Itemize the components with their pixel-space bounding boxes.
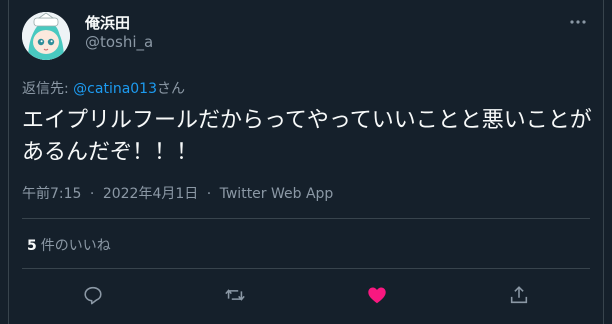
heart-icon xyxy=(368,287,386,304)
divider xyxy=(22,218,590,219)
avatar[interactable] xyxy=(22,12,70,60)
retweet-button[interactable] xyxy=(215,280,255,310)
meta-separator: · xyxy=(89,186,95,202)
tweet-text: エイプリルフールだからってやっていいことと悪いことがあるんだぞ！！！ xyxy=(22,108,592,165)
reply-mention-link[interactable]: @catina013 xyxy=(73,81,157,97)
tweet-source-link[interactable]: Twitter Web App xyxy=(220,186,334,202)
display-name[interactable]: 俺浜田 xyxy=(85,12,130,33)
likes-count: 5 xyxy=(27,238,37,254)
reply-context: 返信先: @catina013さん xyxy=(22,78,185,98)
tweet-actions xyxy=(22,280,590,310)
likes-label: 件のいいね xyxy=(40,238,111,254)
share-button[interactable] xyxy=(499,280,539,310)
likes-stat[interactable]: 5 件のいいね xyxy=(27,235,111,255)
tweet-card: 俺浜田 @toshi_a 返信先: @catina013さん エイプリルフールだ… xyxy=(8,0,604,324)
divider xyxy=(22,268,590,269)
share-icon xyxy=(510,286,528,304)
reply-prefix: 返信先: xyxy=(22,81,74,97)
like-button[interactable] xyxy=(357,280,397,310)
tweet-time-link[interactable]: 午前7:15 xyxy=(22,186,81,202)
tweet-date-link[interactable]: 2022年4月1日 xyxy=(103,186,198,202)
meta-separator: · xyxy=(206,186,212,202)
reply-suffix: さん xyxy=(157,81,186,97)
more-options-icon[interactable] xyxy=(567,14,589,30)
retweet-icon xyxy=(225,289,245,301)
tweet-meta: 午前7:15 · 2022年4月1日 · Twitter Web App xyxy=(22,183,333,203)
avatar-image xyxy=(22,12,70,60)
reply-icon xyxy=(84,286,102,305)
reply-button[interactable] xyxy=(73,280,113,310)
user-handle[interactable]: @toshi_a xyxy=(85,33,153,51)
